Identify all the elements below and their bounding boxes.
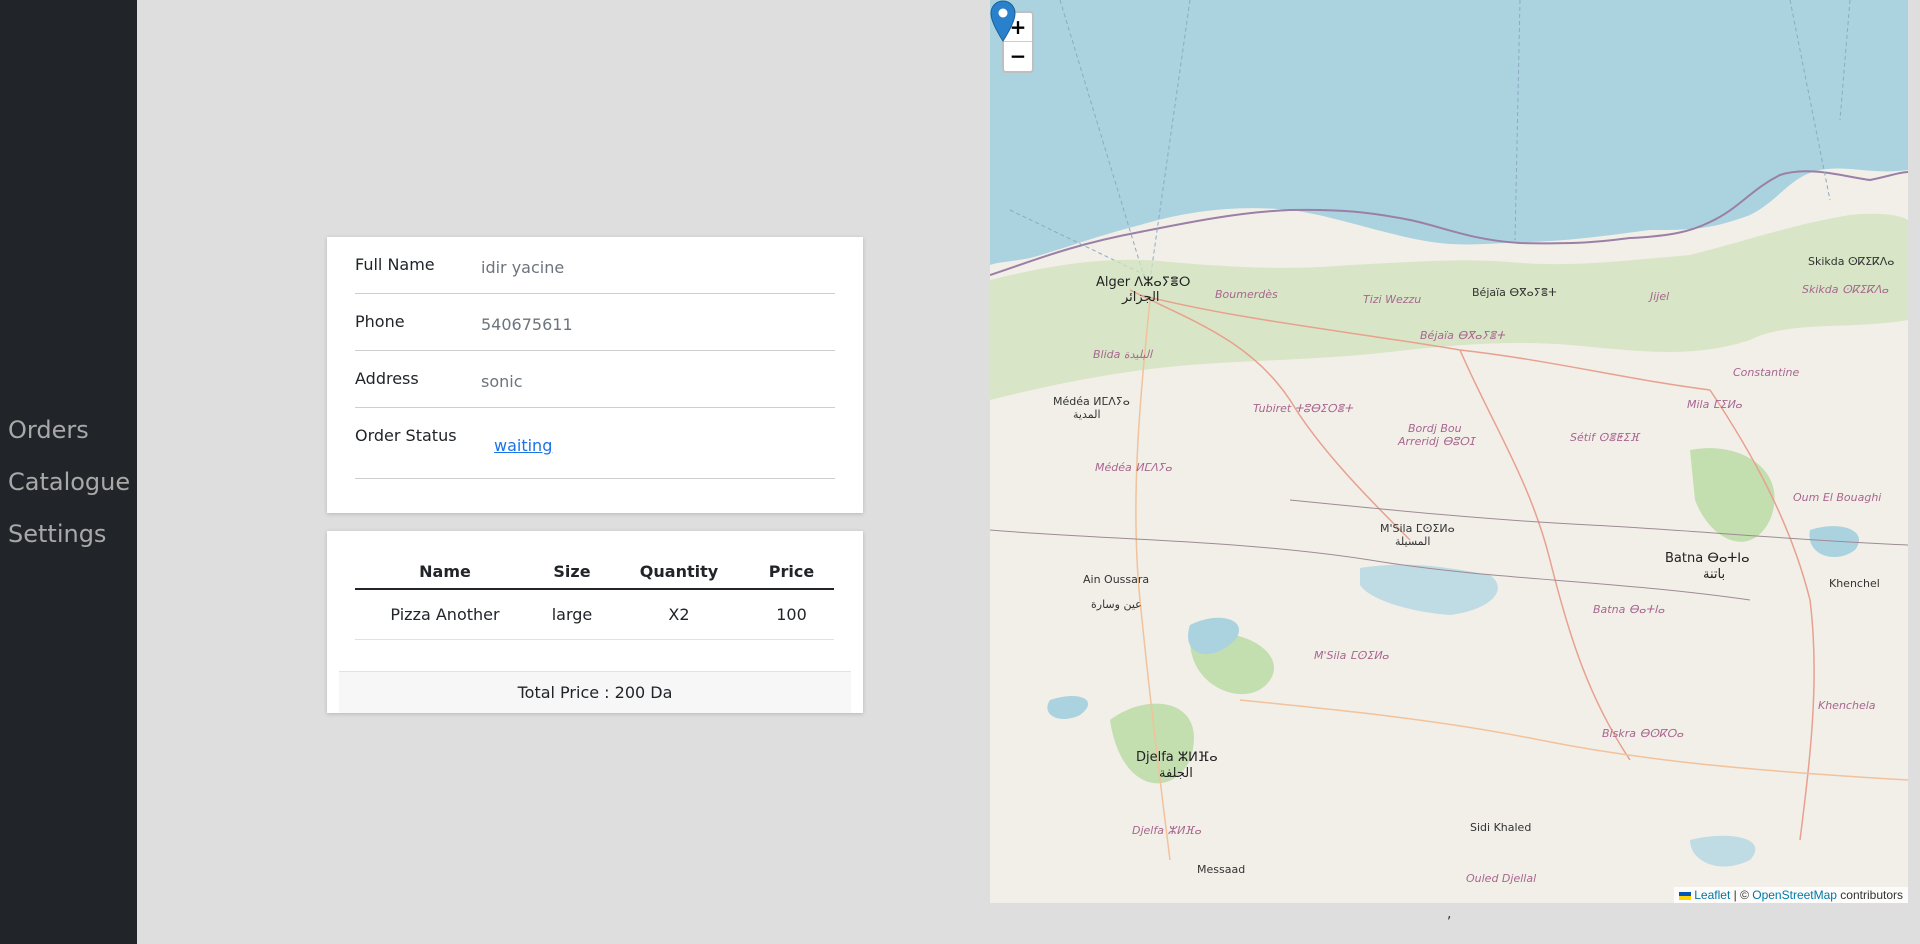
openstreetmap-link[interactable]: OpenStreetMap xyxy=(1752,888,1837,902)
map-label-blida: Blida البليدة xyxy=(1093,348,1153,361)
map-label-setif: Sétif ⵙⴻⵟⵉⴼ xyxy=(1570,431,1640,444)
order-info-card: Full Name idir yacine Phone 540675611 Ad… xyxy=(327,237,863,513)
map-label-medea: Médéa ⵍⵎⴷⵢⴰ xyxy=(1053,395,1130,408)
map-label-oum-el-bouaghi: Oum El Bouaghi xyxy=(1793,491,1882,504)
map-tiles xyxy=(990,0,1908,867)
map-label-batna-ar: باتنة xyxy=(1703,567,1726,582)
address-label: Address xyxy=(355,369,419,388)
map-label-khenchel: Khenchel xyxy=(1829,577,1880,590)
map-label-medea-ar: المدية xyxy=(1073,408,1101,421)
attribution-separator: | © xyxy=(1730,888,1753,902)
address-value: sonic xyxy=(481,372,523,391)
map-view[interactable]: Alger ⴷⵣⴰⵢⴻⵔ الجزائر Boumerdès Tizi Wezz… xyxy=(990,0,1908,903)
info-row-order-status: Order Status waiting xyxy=(355,408,835,479)
column-header-quantity: Quantity xyxy=(609,554,749,590)
map-label-tizi-wezzu: Tizi Wezzu xyxy=(1363,293,1422,306)
map-label-alger: Alger ⴷⵣⴰⵢⴻⵔ xyxy=(1096,275,1191,290)
sidebar-item-settings[interactable]: Settings xyxy=(0,508,137,560)
table-header-row: Name Size Quantity Price xyxy=(355,554,834,590)
map-label-messaad: Messaad xyxy=(1197,863,1246,876)
map-label-alger-ar: الجزائر xyxy=(1122,290,1160,305)
map-label-msila-2: M'Sila ⵎⵙⵉⵍⴰ xyxy=(1314,649,1389,662)
leaflet-link[interactable]: Leaflet xyxy=(1694,888,1730,902)
map-attribution: Leaflet | © OpenStreetMap contributors xyxy=(1673,887,1908,903)
sidebar-item-orders[interactable]: Orders xyxy=(0,404,137,456)
column-header-size: Size xyxy=(535,554,609,590)
map-label-ouled-djellal: Ouled Djellal xyxy=(1466,872,1537,885)
info-row-full-name: Full Name idir yacine xyxy=(355,237,835,294)
map-marker-icon[interactable] xyxy=(990,0,1016,42)
attribution-suffix: contributors xyxy=(1836,888,1903,902)
cell-size: large xyxy=(535,589,609,640)
ukraine-flag-icon xyxy=(1678,891,1691,900)
map-label-constantine: Constantine xyxy=(1733,366,1800,379)
map-label-msila: M'Sila ⵎⵙⵉⵍⴰ xyxy=(1380,522,1455,535)
map-label-mila: Mila ⵎⵉⵍⴰ xyxy=(1687,398,1742,411)
cell-price: 100 xyxy=(749,589,834,640)
map-label-batna-2: Batna ⴱⴰⵜⵏⴰ xyxy=(1593,603,1665,616)
map-label-khenchela: Khenchela xyxy=(1818,699,1876,712)
map-label-batna: Batna ⴱⴰⵜⵏⴰ xyxy=(1665,551,1750,566)
table-row: Pizza Another large X2 100 xyxy=(355,589,834,640)
order-status-link[interactable]: waiting xyxy=(494,426,552,455)
map-label-skikda: Skikda ⵙⴽⵉⴽⴷⴰ xyxy=(1808,255,1895,268)
map-label-bejaia: Béjaïa ⴱⴳⴰⵢⴻⵜ xyxy=(1472,286,1557,299)
map-label-medea-2: Médéa ⵍⵎⴷⵢⴰ xyxy=(1095,461,1172,474)
order-items-table: Name Size Quantity Price Pizza Another l… xyxy=(355,554,834,640)
column-header-name: Name xyxy=(355,554,535,590)
info-row-address: Address sonic xyxy=(355,351,835,408)
sidebar: Orders Catalogue Settings xyxy=(0,0,137,944)
map-label-sidi-khaled: Sidi Khaled xyxy=(1470,821,1532,834)
info-row-phone: Phone 540675611 xyxy=(355,294,835,351)
phone-value: 540675611 xyxy=(481,315,573,334)
sidebar-nav: Orders Catalogue Settings xyxy=(0,404,137,560)
full-name-label: Full Name xyxy=(355,255,435,274)
order-status-label: Order Status xyxy=(355,426,457,445)
map-label-bordj-2: Arreridj ⴱⵓⵔⵊ xyxy=(1398,435,1475,448)
map-label-ain-oussara-ar: عين وسارة xyxy=(1091,598,1142,611)
map-label-djelfa-ar: الجلفة xyxy=(1159,766,1193,781)
map-label-msila-ar: المسيلة xyxy=(1395,535,1431,548)
map-label-skikda-2: Skikda ⵙⴽⵉⴽⴷⴰ xyxy=(1802,283,1889,296)
sidebar-item-catalogue[interactable]: Catalogue xyxy=(0,456,137,508)
map-label-biskra: Biskra ⴱⵙⴽⵔⴰ xyxy=(1602,727,1684,740)
cell-name: Pizza Another xyxy=(355,589,535,640)
full-name-value: idir yacine xyxy=(481,258,565,277)
zoom-out-button[interactable]: − xyxy=(1004,42,1032,71)
map-label-tubiret: Tubiret ⵜⵓⴱⵉⵔⴻⵜ xyxy=(1253,402,1353,415)
column-header-price: Price xyxy=(749,554,834,590)
map-label-bordj: Bordj Bou xyxy=(1408,422,1462,435)
order-items-card: Name Size Quantity Price Pizza Another l… xyxy=(327,531,863,713)
map-label-djelfa-2: Djelfa ⵣⵍⴼⴰ xyxy=(1132,824,1202,837)
map-label-djelfa: Djelfa ⵣⵍⴼⴰ xyxy=(1136,750,1218,765)
map-label-boumerdes: Boumerdès xyxy=(1215,288,1278,301)
phone-label: Phone xyxy=(355,312,405,331)
footer-mark: , xyxy=(1447,906,1452,922)
total-price: Total Price : 200 Da xyxy=(339,671,851,713)
cell-quantity: X2 xyxy=(609,589,749,640)
map-label-bejaia-2: Béjaïa ⴱⴳⴰⵢⴻⵜ xyxy=(1420,329,1505,342)
map-label-ain-oussara: Ain Oussara xyxy=(1083,573,1150,586)
map-label-jijel: Jijel xyxy=(1650,290,1670,303)
